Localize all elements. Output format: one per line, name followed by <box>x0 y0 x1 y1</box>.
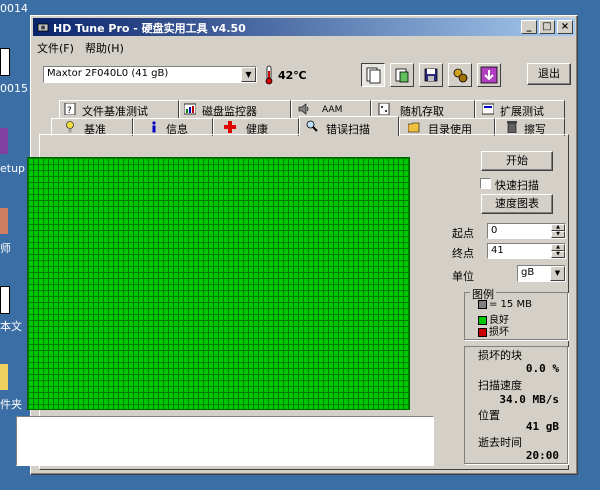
quick-scan-checkbox[interactable] <box>480 178 491 189</box>
block-swatch <box>478 299 487 309</box>
download-button[interactable] <box>477 63 501 87</box>
desktop-icon-label[interactable]: 0014 <box>0 2 28 15</box>
benchmark-icon <box>66 121 74 133</box>
clipboard-icon <box>395 68 409 83</box>
close-button[interactable]: × <box>557 20 573 34</box>
tab-label: 扩展测试 <box>500 105 544 118</box>
desktop-icon-label[interactable]: 件夹 <box>0 396 22 412</box>
folder-icon <box>408 122 420 133</box>
file-benchmark-icon: ? <box>64 103 76 115</box>
legend-bad-row: 损坏 <box>478 323 509 338</box>
window-title: HD Tune Pro - 硬盘实用工具 v4.50 <box>53 22 246 35</box>
menu-bar: 文件(F) 帮助(H) <box>33 38 575 56</box>
document-icon[interactable] <box>0 48 10 76</box>
tab-label: 文件基准测试 <box>82 105 148 118</box>
svg-text:?: ? <box>67 106 72 115</box>
tab-error-scan[interactable]: 错误扫描 <box>299 116 399 136</box>
end-position-label: 终点 <box>452 247 474 260</box>
menu-help[interactable]: 帮助(H) <box>85 40 124 56</box>
unit-select-value: gB <box>521 267 535 278</box>
damaged-blocks-value: 0.0 % <box>525 362 559 375</box>
speaker-icon <box>298 103 309 115</box>
position-value: 41 gB <box>525 420 559 433</box>
end-position-value: 41 <box>491 245 504 256</box>
start-position-value: 0 <box>491 225 498 236</box>
legend-bad: 损坏 <box>489 327 509 338</box>
unit-label: 单位 <box>452 270 474 283</box>
tab-label: 磁盘监控器 <box>202 105 257 118</box>
error-scan-icon <box>306 120 318 132</box>
thermometer-icon <box>265 65 273 85</box>
copy-icon <box>366 67 381 84</box>
desktop-icon-label[interactable]: etup <box>0 162 25 175</box>
start-position-label: 起点 <box>452 227 474 240</box>
person-icon[interactable] <box>0 208 8 234</box>
tab-label: 随机存取 <box>400 105 444 118</box>
scan-block-map <box>27 157 410 410</box>
tab-label: 错误扫描 <box>326 123 370 136</box>
legend-block-size: = 15 MB <box>489 299 532 310</box>
legend-block-row: = 15 MB <box>478 299 532 310</box>
health-cross-icon <box>224 121 236 133</box>
drive-select[interactable]: Maxtor 2F040L0 (41 gB) ▼ <box>43 66 257 83</box>
copy-text-button[interactable] <box>361 63 385 87</box>
position-label: 位置 <box>478 409 500 422</box>
title-bar[interactable]: HD Tune Pro - 硬盘实用工具 v4.50 _ □ × <box>33 18 575 36</box>
desktop-icon-label[interactable]: 本文 <box>0 318 22 334</box>
tab-file-benchmark[interactable]: ? 文件基准测试 <box>59 100 179 118</box>
start-position-stepper[interactable]: ▲ ▼ <box>551 224 565 238</box>
speed-map-button[interactable]: 速度图表 <box>481 194 553 214</box>
setup-icon[interactable] <box>0 128 8 154</box>
download-arrow-icon <box>480 66 498 84</box>
toolbar: Maxtor 2F040L0 (41 gB) ▼ 42℃ 退出 <box>33 60 575 90</box>
app-icon <box>37 23 49 32</box>
start-position-input[interactable]: 0 ▲ ▼ <box>487 223 566 239</box>
desktop-icon-label[interactable]: 师 <box>0 240 11 256</box>
wrench-icon <box>453 68 468 83</box>
scan-log <box>16 416 434 466</box>
info-icon <box>152 121 156 133</box>
elapsed-time-label: 逝去时间 <box>478 436 522 449</box>
desktop-icon-label[interactable]: 0015 <box>0 82 28 95</box>
drive-select-value: Maxtor 2F040L0 (41 gB) <box>47 68 169 79</box>
quick-scan-label: 快速扫描 <box>495 179 539 192</box>
minimize-button[interactable]: _ <box>521 20 537 34</box>
damaged-blocks-label: 损坏的块 <box>478 349 522 362</box>
save-button[interactable] <box>419 63 443 87</box>
maximize-button[interactable]: □ <box>539 20 555 34</box>
floppy-disk-icon <box>424 68 438 82</box>
tab-label: AAM <box>322 105 343 115</box>
bad-swatch <box>478 327 487 337</box>
end-position-input[interactable]: 41 ▲ ▼ <box>487 243 566 259</box>
chevron-down-icon[interactable]: ▼ <box>241 67 256 82</box>
exit-button[interactable]: 退出 <box>527 63 571 85</box>
temperature-readout: 42℃ <box>278 69 307 82</box>
folder-icon[interactable] <box>0 364 8 390</box>
text-file-icon[interactable] <box>0 286 10 314</box>
copy-screenshot-button[interactable] <box>390 63 414 87</box>
extra-tests-icon <box>482 103 494 115</box>
random-access-icon <box>378 103 390 115</box>
menu-file[interactable]: 文件(F) <box>37 40 74 56</box>
options-button[interactable] <box>448 63 472 87</box>
unit-select[interactable]: gB ▼ <box>517 265 566 282</box>
tab-extra-tests[interactable]: 扩展测试 <box>475 100 565 118</box>
start-button[interactable]: 开始 <box>481 151 553 171</box>
elapsed-time-value: 20:00 <box>525 449 559 462</box>
tab-disk-monitor[interactable]: 磁盘监控器 <box>179 100 291 118</box>
scan-speed-label: 扫描速度 <box>478 379 522 392</box>
scan-speed-value: 34.0 MB/s <box>499 393 559 406</box>
erase-icon <box>507 121 517 133</box>
end-position-stepper[interactable]: ▲ ▼ <box>551 244 565 258</box>
disk-monitor-icon <box>184 103 196 115</box>
chevron-down-icon[interactable]: ▼ <box>550 266 565 281</box>
